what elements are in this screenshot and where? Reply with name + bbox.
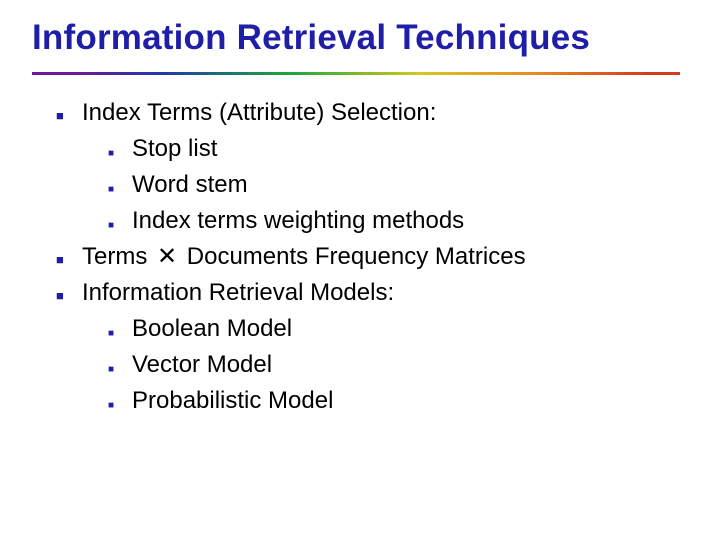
- slide-body: ■ Index Terms (Attribute) Selection: ■ S…: [56, 95, 680, 419]
- item-text: Boolean Model: [132, 311, 292, 347]
- list-item: ■ Index Terms (Attribute) Selection:: [56, 95, 680, 131]
- item-text: Index Terms (Attribute) Selection:: [82, 95, 436, 131]
- item-text-pre: Terms: [82, 243, 154, 270]
- slide-title: Information Retrieval Techniques: [32, 18, 688, 58]
- list-item: ■ Boolean Model: [108, 311, 680, 347]
- list-item: ■ Index terms weighting methods: [108, 203, 680, 239]
- square-bullet-icon: ■: [108, 398, 132, 413]
- square-bullet-icon: ■: [108, 182, 132, 197]
- square-bullet-icon: ■: [108, 326, 132, 341]
- item-text: Probabilistic Model: [132, 383, 333, 419]
- square-bullet-icon: ■: [108, 362, 132, 377]
- item-text: Information Retrieval Models:: [82, 275, 394, 311]
- item-text: Stop list: [132, 131, 217, 167]
- list-item: ■ Information Retrieval Models:: [56, 275, 680, 311]
- slide: Information Retrieval Techniques ■ Index…: [0, 0, 720, 540]
- item-text: Vector Model: [132, 347, 272, 383]
- sublist: ■ Boolean Model ■ Vector Model ■ Probabi…: [108, 311, 680, 419]
- square-bullet-icon: ■: [56, 286, 82, 306]
- list-item: ■ Vector Model: [108, 347, 680, 383]
- sublist: ■ Stop list ■ Word stem ■ Index terms we…: [108, 131, 680, 239]
- list-item: ■ Probabilistic Model: [108, 383, 680, 419]
- square-bullet-icon: ■: [108, 218, 132, 233]
- item-text: Word stem: [132, 167, 248, 203]
- list-item: ■ Stop list: [108, 131, 680, 167]
- item-text-post: Documents Frequency Matrices: [180, 243, 525, 270]
- square-bullet-icon: ■: [56, 106, 82, 126]
- list-item: ■ Terms ✕ Documents Frequency Matrices: [56, 239, 680, 275]
- times-icon: ✕: [157, 239, 177, 275]
- item-text: Terms ✕ Documents Frequency Matrices: [82, 239, 526, 275]
- item-text: Index terms weighting methods: [132, 203, 464, 239]
- square-bullet-icon: ■: [108, 146, 132, 161]
- title-underline: [32, 72, 680, 75]
- square-bullet-icon: ■: [56, 250, 82, 270]
- list-item: ■ Word stem: [108, 167, 680, 203]
